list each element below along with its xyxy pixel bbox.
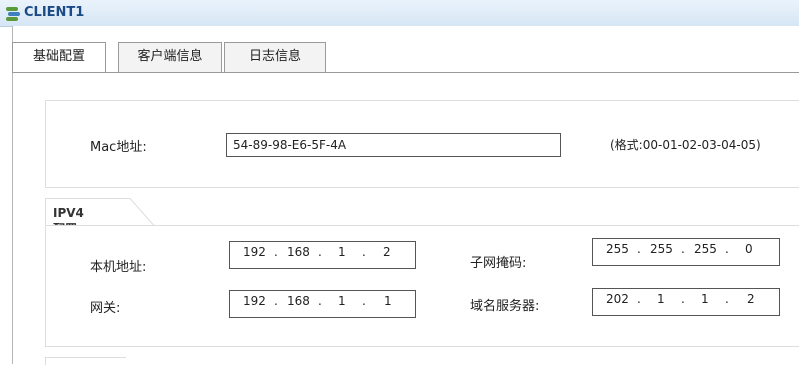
ip-octet: 168	[287, 245, 310, 259]
ip-dot: .	[318, 245, 322, 259]
mac-label: Mac地址:	[90, 140, 147, 155]
ip-octet: 2	[383, 245, 391, 259]
ip-dot: .	[318, 294, 322, 308]
host-address-field[interactable]: 192 . 168 . 1 . 2	[229, 241, 416, 269]
mac-address-field[interactable]: 54-89-98-E6-5F-4A	[226, 133, 561, 157]
ip-dot: .	[637, 242, 641, 256]
ip-dot: .	[681, 242, 685, 256]
ip-dot: .	[362, 245, 366, 259]
ip-dot: .	[274, 245, 278, 259]
network-client-icon	[6, 7, 20, 21]
ip-octet: 168	[287, 294, 310, 308]
ip-octet: 255	[694, 242, 717, 256]
dns-server-label: 域名服务器:	[470, 299, 540, 314]
host-address-label: 本机地址:	[90, 260, 147, 275]
ip-dot: .	[274, 294, 278, 308]
gateway-field[interactable]: 192 . 168 . 1 . 1	[229, 290, 416, 318]
ip-octet: 1	[338, 245, 346, 259]
ip-octet: 192	[243, 294, 266, 308]
window-title: CLIENT1	[24, 5, 85, 20]
ip-octet: 1	[384, 294, 392, 308]
ip-octet: 2	[747, 292, 755, 306]
ip-octet: 192	[243, 245, 266, 259]
ip-dot: .	[725, 292, 729, 306]
subnet-mask-field[interactable]: 255 . 255 . 255 . 0	[592, 238, 780, 266]
ip-octet: 0	[745, 242, 753, 256]
title-bar: CLIENT1	[0, 0, 799, 27]
tab-basic-config[interactable]: 基础配置	[12, 42, 106, 73]
tab-log-info[interactable]: 日志信息	[224, 42, 326, 72]
ip-dot: .	[637, 292, 641, 306]
ip-octet: 255	[650, 242, 673, 256]
ip-dot: .	[725, 242, 729, 256]
ip-octet: 202	[606, 292, 629, 306]
mac-format-hint: (格式:00-01-02-03-04-05)	[610, 138, 761, 152]
subnet-mask-label: 子网掩码:	[470, 256, 527, 271]
tab-client-info[interactable]: 客户端信息	[118, 42, 222, 72]
dns-server-field[interactable]: 202 . 1 . 1 . 2	[592, 288, 780, 316]
ip-octet: 1	[701, 292, 709, 306]
ip-dot: .	[362, 294, 366, 308]
ip-octet: 1	[657, 292, 665, 306]
gateway-label: 网关:	[90, 301, 121, 316]
ip-octet: 1	[338, 294, 346, 308]
ip-dot: .	[681, 292, 685, 306]
tab-divider	[12, 72, 799, 73]
ip-octet: 255	[606, 242, 629, 256]
